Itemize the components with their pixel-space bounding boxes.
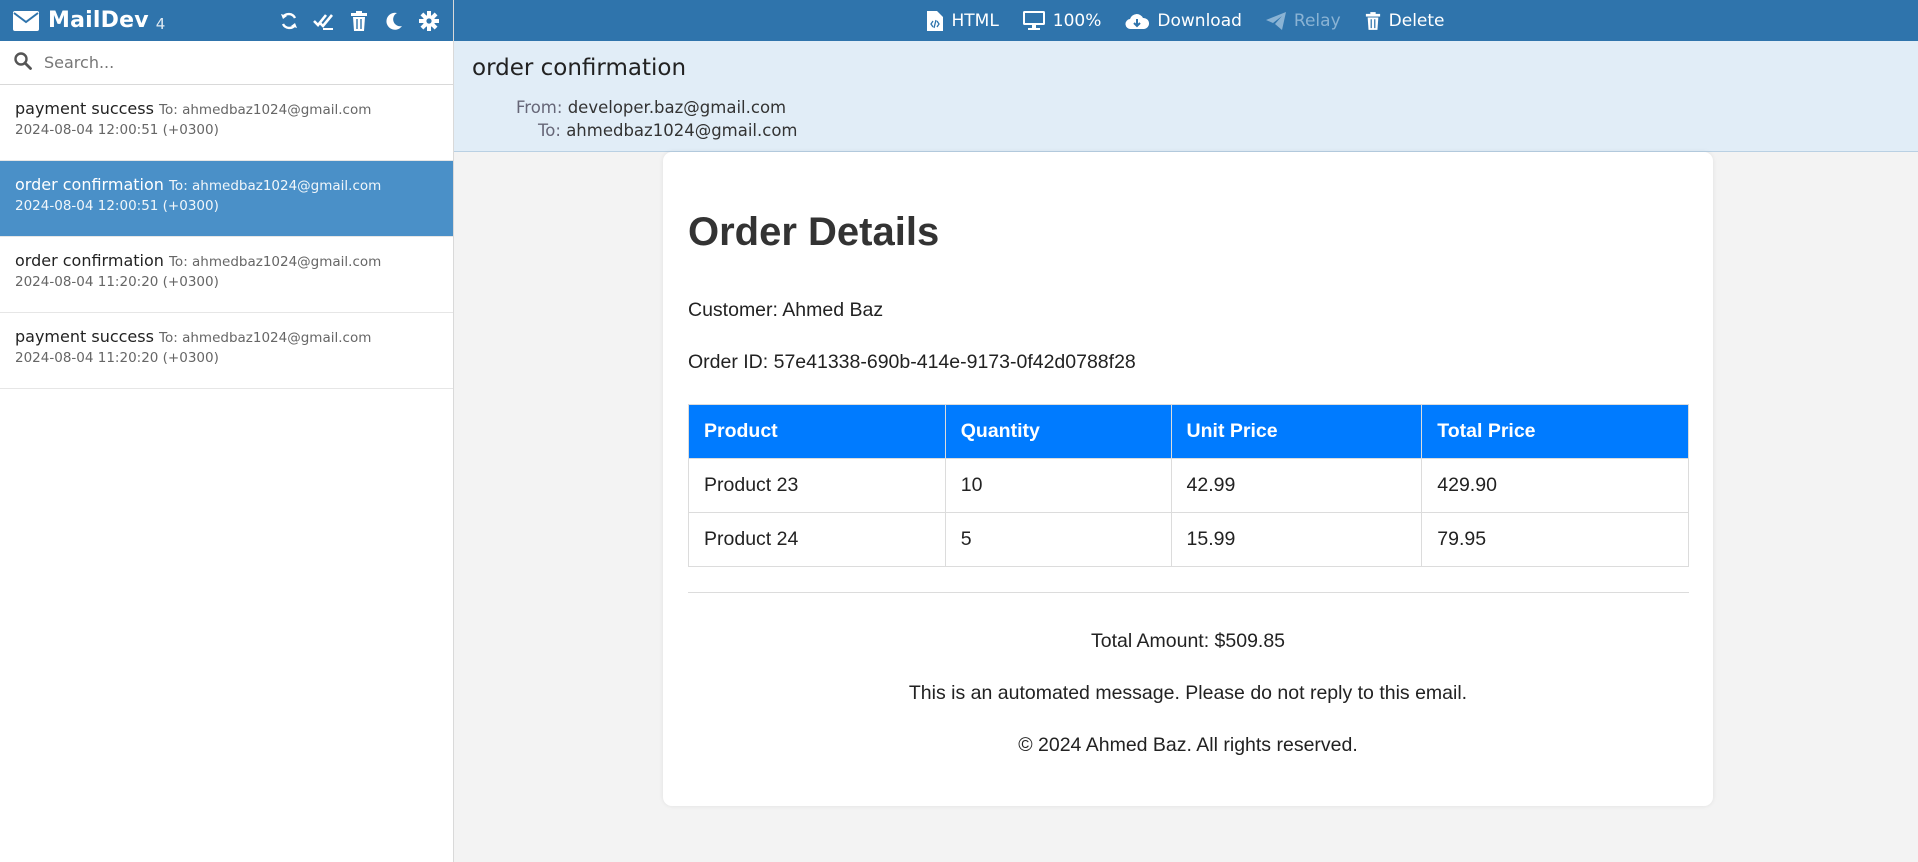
table-cell: 42.99 [1170,458,1423,513]
automated-notice: This is an automated message. Please do … [908,682,1468,704]
paper-plane-icon [1265,11,1286,30]
code-file-icon [927,10,944,31]
table-cell: Product 24 [688,512,946,567]
column-header: Unit Price [1170,404,1423,459]
order-items-table: Product Quantity Unit Price Total Price … [688,404,1689,567]
table-cell: 15.99 [1170,512,1423,567]
table-cell: 79.95 [1421,512,1689,567]
column-header: Product [688,404,946,459]
mail-list-item-selected[interactable]: order confirmation To: ahmedbaz1024@gmai… [0,161,453,237]
table-cell: 5 [944,512,1172,567]
table-row: Product 24 5 15.99 79.95 [688,512,1689,567]
table-cell: Product 23 [688,458,946,513]
divider [688,592,1689,593]
envelope-icon [13,10,39,31]
download-button[interactable]: Download [1125,11,1242,31]
mail-header: order confirmation From: developer.baz@g… [454,41,1918,152]
mail-date: 2024-08-04 12:00:51 (+0300) [15,122,219,138]
refresh-icon[interactable] [277,9,301,33]
to-address: ahmedbaz1024@gmail.com [566,121,798,140]
trash-icon [1365,11,1380,30]
mail-subject-title: order confirmation [472,55,687,81]
zoom-button[interactable]: 100% [1022,10,1102,31]
table-cell: 429.90 [1421,458,1689,513]
delete-label: Delete [1388,10,1445,31]
customer-line: Customer: Ahmed Baz [688,299,884,321]
html-label: HTML [951,10,999,31]
mail-recipient: To: ahmedbaz1024@gmail.com [159,102,372,118]
message-count: 4 [155,14,166,33]
relay-label: Relay [1293,10,1341,31]
monitor-icon [1022,11,1045,30]
total-amount: Total Amount: $509.85 [1090,630,1286,652]
table-cell: 10 [944,458,1172,513]
zoom-label: 100% [1052,10,1102,31]
relay-button[interactable]: Relay [1265,10,1341,31]
from-address: developer.baz@gmail.com [567,98,787,117]
table-row: Product 23 10 42.99 429.90 [688,458,1689,513]
download-label: Download [1157,10,1242,31]
mail-from: From: developer.baz@gmail.com [516,98,786,117]
delete-button[interactable]: Delete [1365,11,1445,31]
column-header: Quantity [944,404,1172,459]
html-view-button[interactable]: HTML [927,10,999,31]
table-header-row: Product Quantity Unit Price Total Price [688,404,1689,459]
mail-recipient: To: ahmedbaz1024@gmail.com [168,178,382,194]
mail-list-item[interactable]: order confirmation To: ahmedbaz1024@gmai… [0,237,453,313]
moon-icon[interactable] [382,9,406,33]
mail-date: 2024-08-04 11:20:20 (+0300) [15,274,219,290]
mail-to: To: ahmedbaz1024@gmail.com [538,121,798,140]
search-bar [0,41,453,85]
mail-date: 2024-08-04 12:00:51 (+0300) [15,198,219,214]
message-toolbar: HTML 100% Download Relay Delete [454,0,1918,41]
from-label: From: [516,98,563,117]
copyright: © 2024 Ahmed Baz. All rights reserved. [1018,734,1358,756]
to-label: To: [538,121,561,140]
mail-date: 2024-08-04 11:20:20 (+0300) [15,350,219,366]
sidebar: MailDev 4 payment succes [0,0,454,862]
order-details-title: Order Details [688,210,940,254]
sidebar-header: MailDev 4 [0,0,453,41]
mail-recipient: To: ahmedbaz1024@gmail.com [168,254,382,270]
order-id-line: Order ID: 57e41338-690b-414e-9173-0f42d0… [688,351,1136,373]
mail-list-item[interactable]: payment success To: ahmedbaz1024@gmail.c… [0,85,453,161]
search-icon [14,51,32,74]
app-name: MailDev [48,8,149,33]
mail-recipient: To: ahmedbaz1024@gmail.com [159,330,372,346]
mark-all-read-icon[interactable] [312,9,336,33]
cloud-download-icon [1125,13,1150,29]
trash-icon[interactable] [347,9,371,33]
mail-subject: payment success [15,327,154,346]
search-input[interactable] [42,52,426,73]
mail-list: payment success To: ahmedbaz1024@gmail.c… [0,85,453,389]
gear-icon[interactable] [417,9,441,33]
mail-subject: order confirmation [15,175,164,194]
email-body-card: Order Details Customer: Ahmed Baz Order … [663,152,1713,806]
mail-subject: payment success [15,99,154,118]
mail-subject: order confirmation [15,251,164,270]
mail-list-item[interactable]: payment success To: ahmedbaz1024@gmail.c… [0,313,453,389]
column-header: Total Price [1421,404,1689,459]
